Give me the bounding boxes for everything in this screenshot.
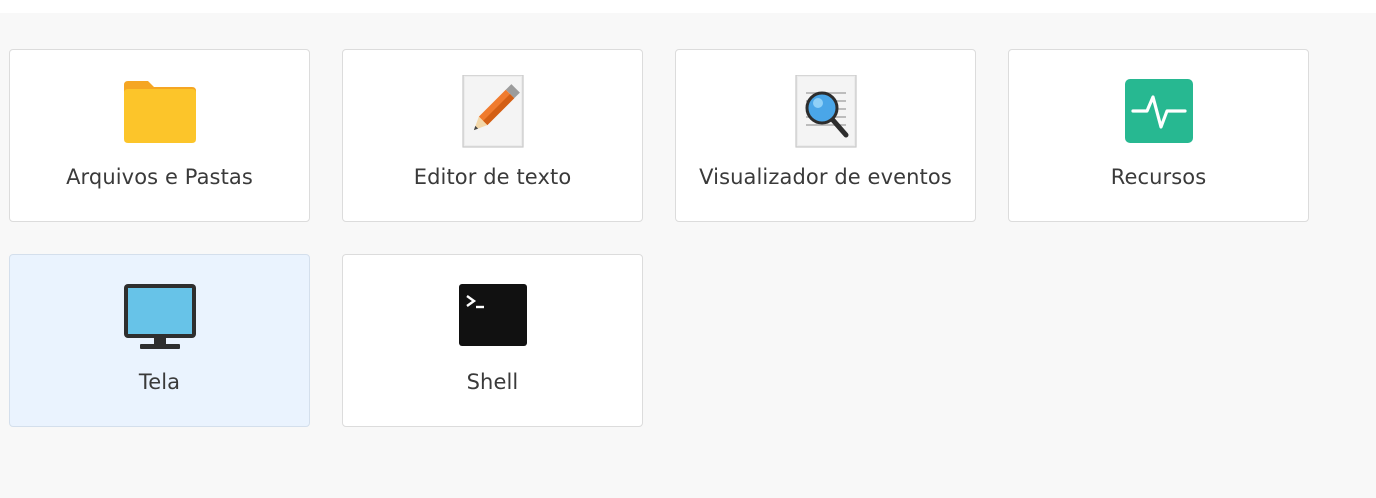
terminal-icon [453,282,533,352]
app-tile-text-editor[interactable]: Editor de texto [342,49,643,222]
magnifier-log-icon [786,75,866,148]
app-label: Shell [466,370,519,394]
app-grid: Arquivos e Pastas Editor de texto Visual… [9,49,1309,427]
folder-icon [120,77,200,147]
app-tile-files[interactable]: Arquivos e Pastas [9,49,310,222]
app-tile-event-viewer[interactable]: Visualizador de eventos [675,49,976,222]
app-tile-display[interactable]: Tela [9,254,310,427]
activity-monitor-icon [1119,77,1199,147]
pencil-icon [453,75,533,148]
app-label: Recursos [1110,165,1207,189]
app-label: Visualizador de eventos [699,165,952,189]
app-label: Arquivos e Pastas [66,165,253,189]
monitor-icon [120,282,200,352]
app-launcher-panel: Arquivos e Pastas Editor de texto Visual… [0,13,1376,498]
app-label: Tela [138,370,181,394]
app-tile-resources[interactable]: Recursos [1008,49,1309,222]
app-label: Editor de texto [413,165,572,189]
app-tile-shell[interactable]: Shell [342,254,643,427]
